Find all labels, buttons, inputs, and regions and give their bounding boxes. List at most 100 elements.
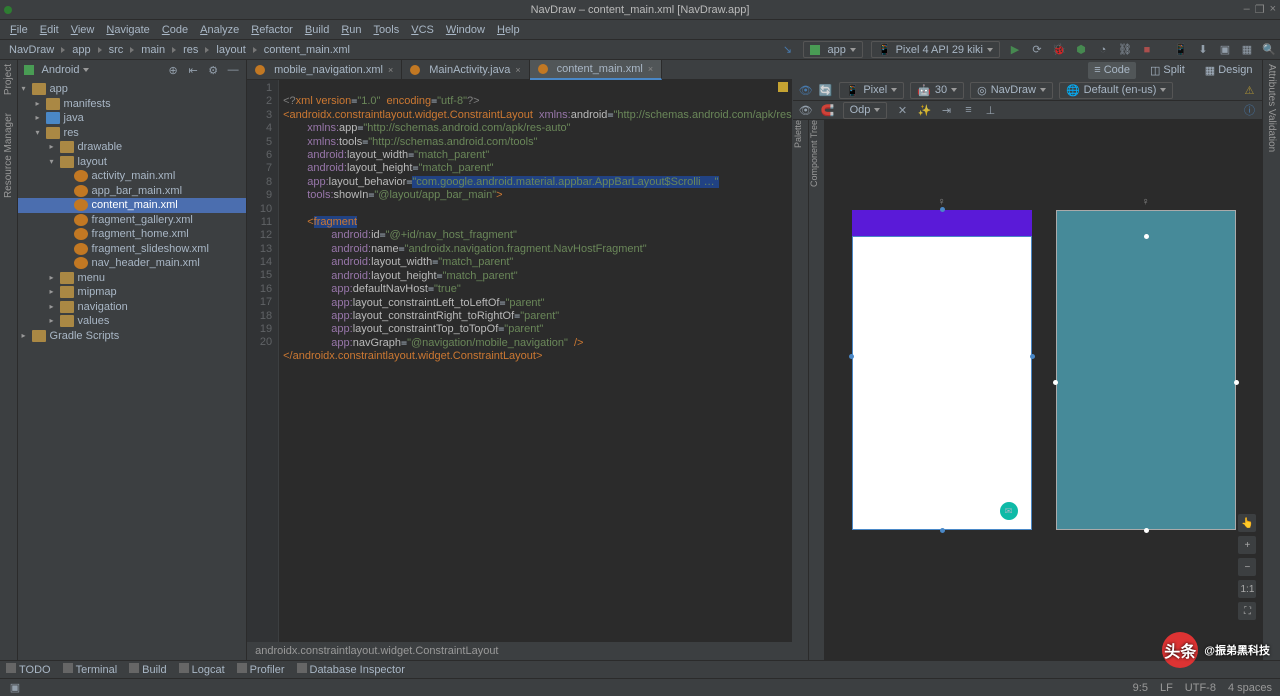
tree-node[interactable]: app_bar_main.xml: [18, 184, 247, 199]
stop-icon[interactable]: ■: [1140, 43, 1154, 57]
bottom-tab-terminal[interactable]: Terminal: [63, 663, 118, 676]
menu-analyze[interactable]: Analyze: [194, 24, 245, 36]
debug-icon[interactable]: 🐞: [1052, 43, 1066, 57]
pack-icon[interactable]: ⇥: [939, 103, 953, 117]
menu-window[interactable]: Window: [440, 24, 491, 36]
menu-navigate[interactable]: Navigate: [100, 24, 155, 36]
avd-manager-icon[interactable]: 📱: [1174, 43, 1188, 57]
design-view[interactable]: ✉: [852, 210, 1032, 530]
maximize-icon[interactable]: ❐: [1255, 3, 1265, 16]
device-dropdown[interactable]: 📱 Pixel 4 API 29 kiki: [871, 41, 1000, 58]
tree-node[interactable]: ▸manifests: [18, 97, 247, 112]
tree-node[interactable]: fragment_home.xml: [18, 227, 247, 242]
api-level-dropdown[interactable]: 🤖30: [910, 82, 964, 99]
default-margins-dropdown[interactable]: Odp: [843, 102, 888, 119]
breadcrumb-item[interactable]: app: [67, 44, 95, 56]
code-editor[interactable]: <?xml version="1.0" encoding="utf-8"?> <…: [279, 80, 792, 642]
menu-file[interactable]: File: [4, 24, 34, 36]
tree-node[interactable]: ▸mipmap: [18, 285, 247, 300]
gear-icon[interactable]: ⚙: [206, 63, 220, 77]
breadcrumb-item[interactable]: src: [104, 44, 129, 56]
design-surface[interactable]: ♀ ✉ ♀: [825, 120, 1263, 660]
bottom-tab-logcat[interactable]: Logcat: [179, 663, 225, 676]
locale-dropdown[interactable]: 🌐Default (en-us): [1059, 82, 1173, 99]
status-item[interactable]: 9:5: [1133, 682, 1148, 694]
tree-node[interactable]: ▸values: [18, 314, 247, 329]
menu-tools[interactable]: Tools: [368, 24, 406, 36]
theme-dropdown[interactable]: ◎NavDraw: [970, 82, 1053, 99]
blueprint-view[interactable]: [1056, 210, 1236, 530]
tree-node[interactable]: content_main.xml: [18, 198, 247, 213]
status-item[interactable]: LF: [1160, 682, 1173, 694]
menu-run[interactable]: Run: [335, 24, 367, 36]
device-preview-dropdown[interactable]: 📱Pixel: [839, 82, 905, 99]
status-item[interactable]: 4 spaces: [1228, 682, 1272, 694]
breadcrumb-item[interactable]: content_main.xml: [259, 44, 355, 56]
breadcrumb-item[interactable]: res: [178, 44, 203, 56]
view-options-icon[interactable]: 👁: [799, 103, 813, 117]
project-tab[interactable]: Project: [3, 64, 14, 95]
menu-edit[interactable]: Edit: [34, 24, 65, 36]
split-mode-tab[interactable]: ◫Split: [1144, 62, 1191, 79]
search-icon[interactable]: 🔍: [1262, 43, 1276, 57]
tree-node[interactable]: ▸java: [18, 111, 247, 126]
bottom-tab-profiler[interactable]: Profiler: [237, 663, 285, 676]
tree-node[interactable]: fragment_gallery.xml: [18, 213, 247, 228]
close-tab-icon[interactable]: ×: [388, 65, 393, 75]
tree-node[interactable]: ▸Gradle Scripts: [18, 329, 247, 344]
breadcrumb-item[interactable]: main: [136, 44, 170, 56]
design-surface-icon[interactable]: 👁: [799, 83, 813, 97]
magnet-icon[interactable]: 🧲: [821, 103, 835, 117]
close-tab-icon[interactable]: ×: [515, 65, 520, 75]
infer-constraints-icon[interactable]: ✨: [917, 103, 931, 117]
clear-constraints-icon[interactable]: ✕: [895, 103, 909, 117]
layout-inspector-icon[interactable]: ▣: [1218, 43, 1232, 57]
tree-node[interactable]: nav_header_main.xml: [18, 256, 247, 271]
tree-node[interactable]: ▸navigation: [18, 300, 247, 315]
close-icon[interactable]: ×: [1270, 3, 1276, 16]
project-tree[interactable]: ▾app▸manifests▸java▾res▸drawable▾layouta…: [18, 80, 247, 660]
zoom-control-button[interactable]: ⛶: [1238, 602, 1256, 620]
project-view-selector[interactable]: Android: [24, 64, 90, 76]
orientation-icon[interactable]: 🔄: [819, 83, 833, 97]
tree-node[interactable]: fragment_slideshow.xml: [18, 242, 247, 257]
zoom-control-button[interactable]: 👆: [1238, 514, 1256, 532]
attributes-validation-tab[interactable]: Attributes Validation: [1266, 64, 1277, 152]
menu-refactor[interactable]: Refactor: [245, 24, 299, 36]
bottom-tab-build[interactable]: Build: [129, 663, 166, 676]
sdk-manager-icon[interactable]: ⬇: [1196, 43, 1210, 57]
minimize-icon[interactable]: –: [1244, 3, 1250, 16]
menu-build[interactable]: Build: [299, 24, 335, 36]
palette-tab[interactable]: Palette: [793, 120, 809, 660]
select-opened-file-icon[interactable]: ⊕: [166, 63, 180, 77]
collapse-all-icon[interactable]: ⇤: [186, 63, 200, 77]
help-icon[interactable]: ⓘ: [1242, 103, 1256, 117]
editor-tab[interactable]: MainActivity.java×: [402, 60, 529, 80]
status-item[interactable]: UTF-8: [1185, 682, 1216, 694]
run-config-dropdown[interactable]: app: [803, 41, 863, 58]
editor-tab[interactable]: mobile_navigation.xml×: [247, 60, 402, 80]
zoom-control-button[interactable]: +: [1238, 536, 1256, 554]
tree-node[interactable]: activity_main.xml: [18, 169, 247, 184]
component-tree-tab[interactable]: Component Tree: [809, 120, 825, 660]
align-icon[interactable]: ≡: [961, 103, 975, 117]
code-mode-tab[interactable]: ≡Code: [1088, 62, 1136, 79]
profiler-icon[interactable]: ◔: [1096, 43, 1110, 57]
tree-node[interactable]: ▾res: [18, 126, 247, 141]
editor-breadcrumb[interactable]: androidx.constraintlayout.widget.Constra…: [247, 642, 792, 660]
tree-node[interactable]: ▾layout: [18, 155, 247, 170]
bottom-tab-database-inspector[interactable]: Database Inspector: [297, 663, 405, 676]
resource-manager-tab[interactable]: Resource Manager: [3, 113, 14, 198]
breadcrumb-item[interactable]: layout: [211, 44, 250, 56]
coverage-icon[interactable]: ⬢: [1074, 43, 1088, 57]
guidelines-icon[interactable]: ⊥: [983, 103, 997, 117]
gradle-sync-icon[interactable]: ↘: [781, 43, 795, 57]
window-controls[interactable]: – ❐ ×: [1244, 3, 1276, 16]
menu-code[interactable]: Code: [156, 24, 194, 36]
menu-view[interactable]: View: [65, 24, 101, 36]
bottom-tab-todo[interactable]: TODO: [6, 663, 51, 676]
editor-tab[interactable]: content_main.xml×: [530, 60, 662, 80]
tree-node[interactable]: ▸drawable: [18, 140, 247, 155]
resource-manager-icon[interactable]: ▦: [1240, 43, 1254, 57]
menu-help[interactable]: Help: [491, 24, 526, 36]
